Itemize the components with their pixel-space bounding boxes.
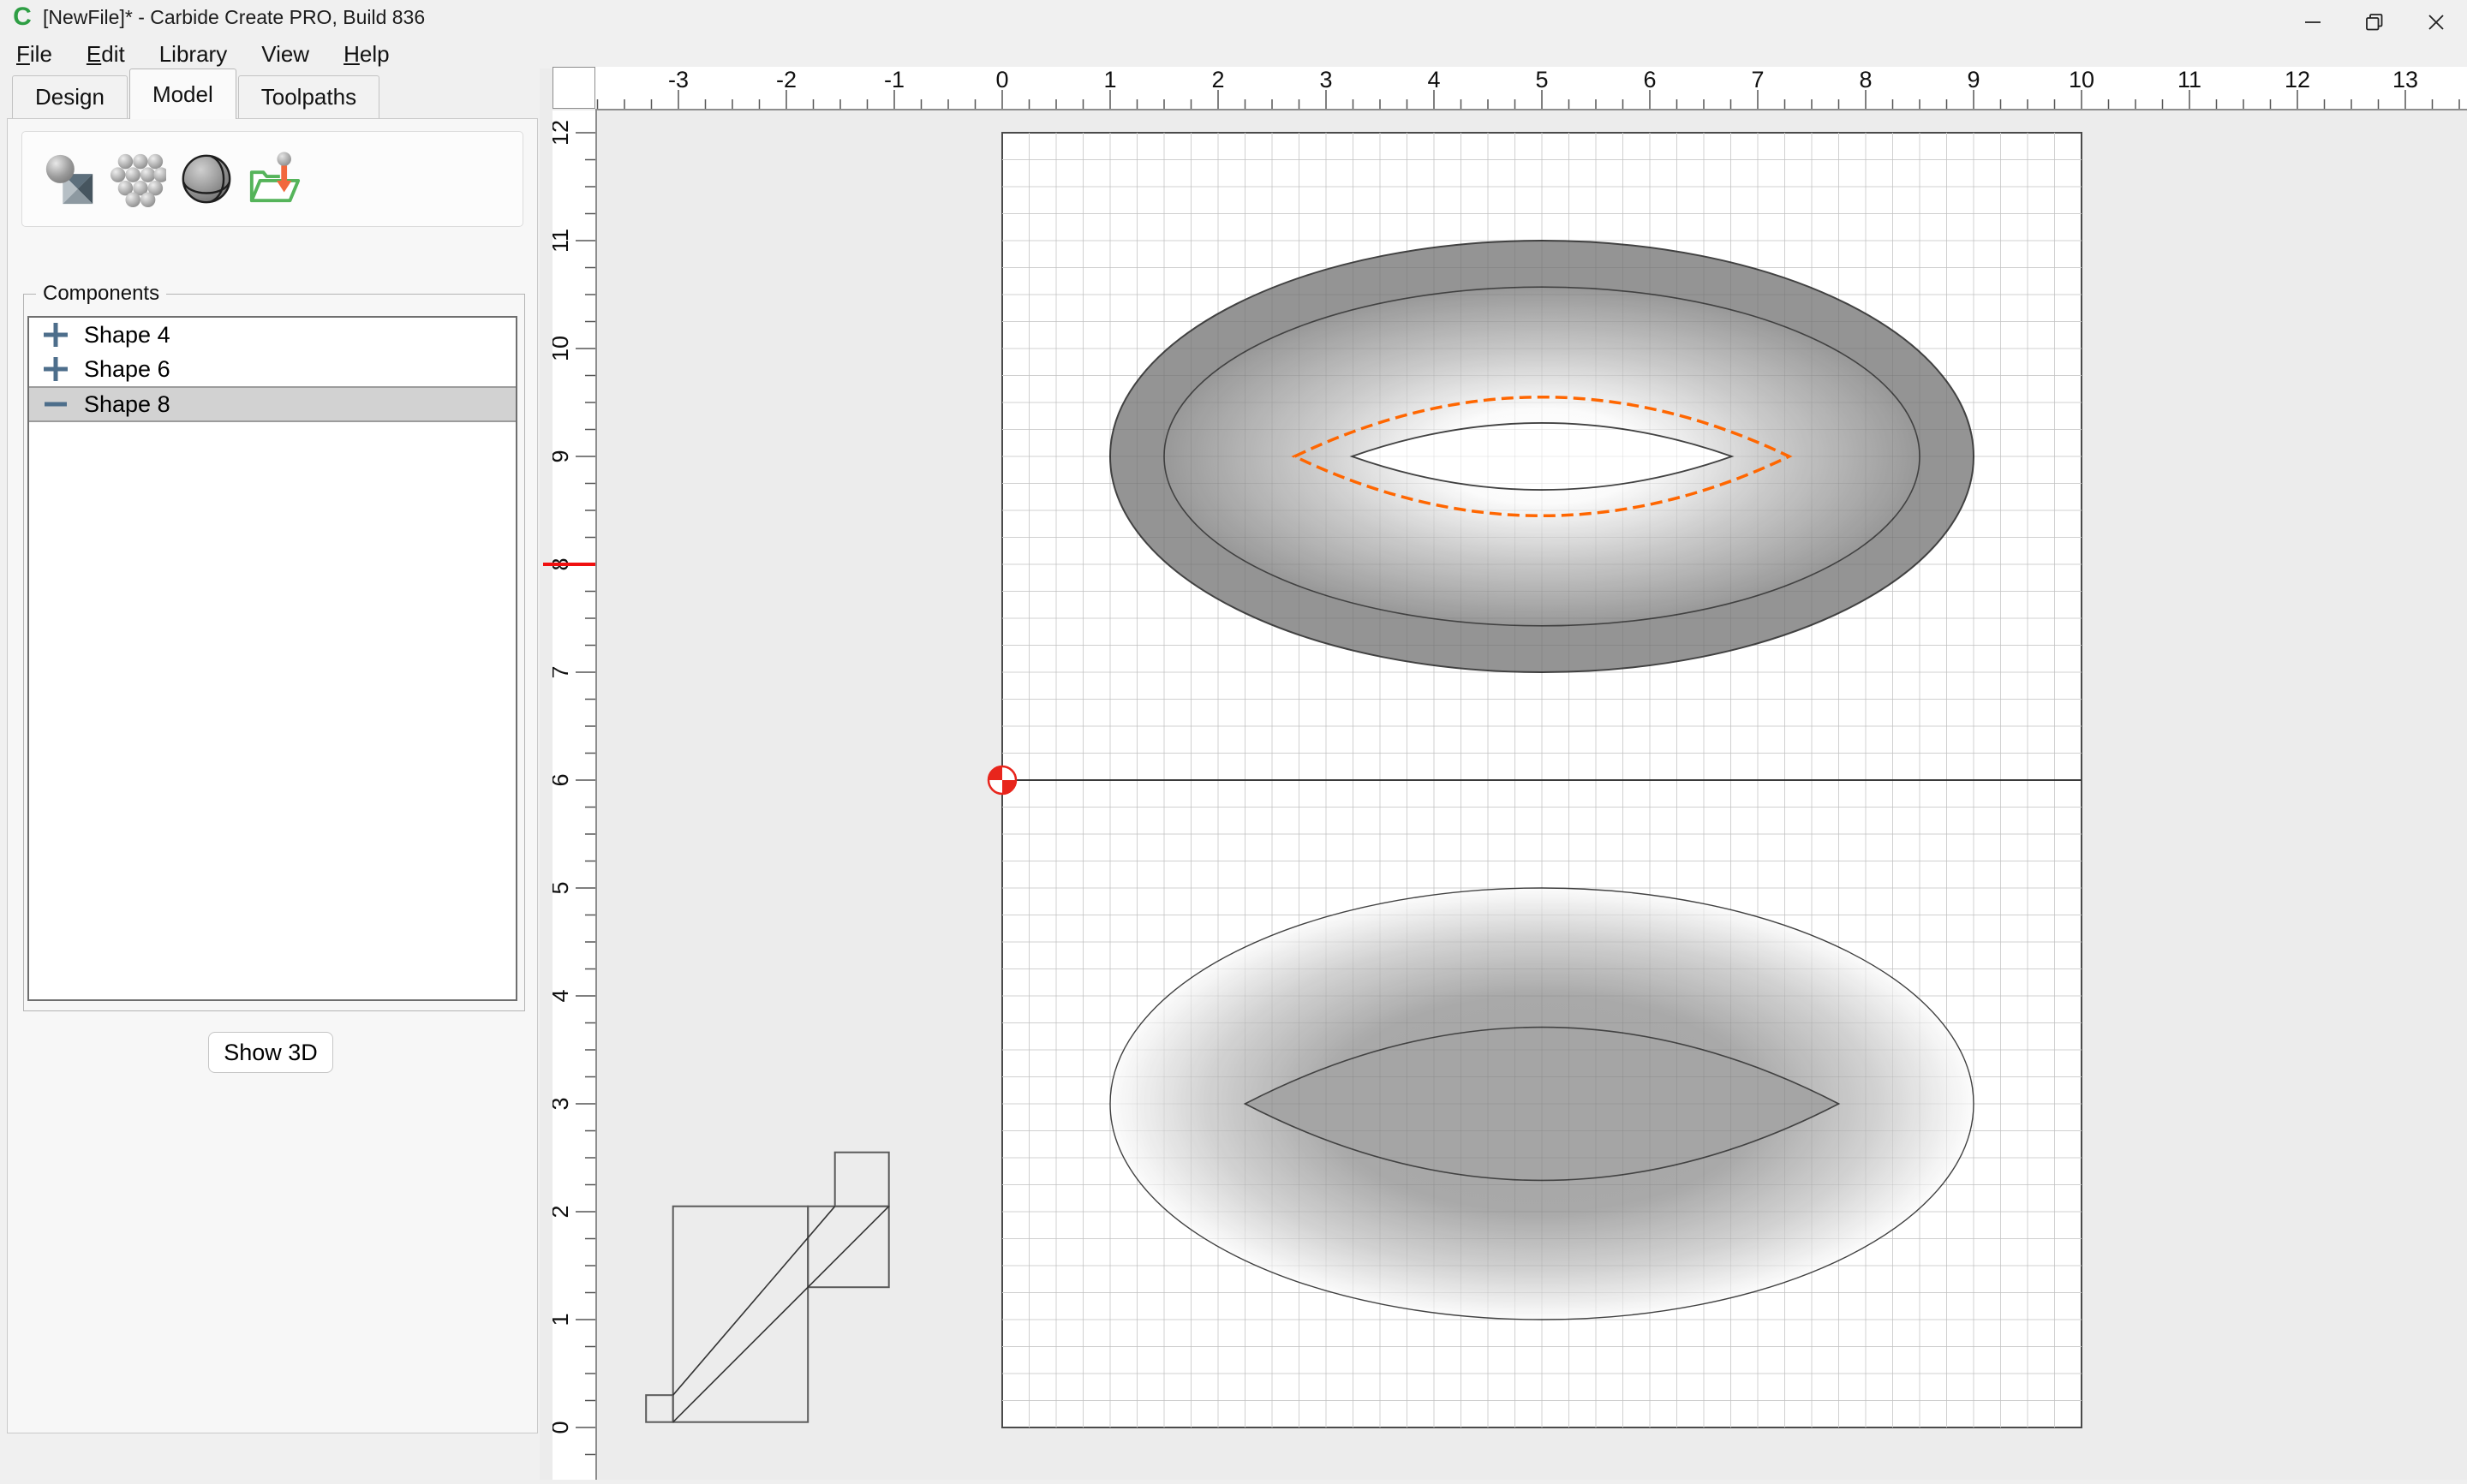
outline-diagonal: [673, 1207, 889, 1422]
svg-text:-2: -2: [776, 67, 797, 92]
svg-text:13: 13: [2392, 67, 2418, 92]
svg-text:8: 8: [1859, 67, 1872, 92]
title-bar: C [NewFile]* - Carbide Create PRO, Build…: [0, 0, 2467, 34]
add-shape-component-icon: [41, 150, 98, 208]
model-toolbar: [21, 131, 523, 227]
list-item-label: Shape 6: [84, 356, 170, 383]
minus-icon: [41, 390, 70, 419]
app-logo-icon: C: [10, 5, 34, 29]
list-item-shape8[interactable]: Shape 8: [29, 386, 516, 422]
svg-text:2: 2: [1211, 67, 1224, 92]
svg-text:1: 1: [553, 1313, 573, 1326]
horizontal-ruler: -3-2-1012345678910111213: [595, 67, 2467, 110]
show-3d-button[interactable]: Show 3D: [208, 1032, 333, 1073]
components-group: Components Shape 4 Shape 6: [23, 282, 525, 1011]
svg-text:11: 11: [553, 229, 573, 253]
svg-text:-3: -3: [668, 67, 689, 92]
tab-bar: Design Model Toolpaths: [12, 71, 381, 119]
list-item-shape6[interactable]: Shape 6: [29, 352, 516, 386]
window-title: [NewFile]* - Carbide Create PRO, Build 8…: [43, 0, 425, 34]
svg-text:6: 6: [1643, 67, 1656, 92]
menu-file[interactable]: File: [5, 34, 75, 74]
origin-marker: [989, 766, 1016, 794]
vertical-ruler: 0123456789101112: [553, 110, 597, 1480]
texture-spheres-button[interactable]: [105, 146, 171, 212]
svg-text:0: 0: [553, 1421, 573, 1433]
sphere-model-button[interactable]: [173, 146, 240, 212]
svg-text:7: 7: [1751, 67, 1764, 92]
svg-text:11: 11: [2177, 67, 2201, 92]
svg-text:0: 0: [995, 67, 1008, 92]
svg-text:6: 6: [553, 773, 573, 786]
svg-text:12: 12: [553, 120, 573, 146]
left-panel: Design Model Toolpaths: [0, 74, 540, 1480]
minimize-icon: [2302, 11, 2324, 33]
tab-model[interactable]: Model: [129, 69, 236, 119]
sphere-model-icon: [178, 150, 235, 208]
svg-text:9: 9: [553, 450, 573, 462]
svg-text:-1: -1: [884, 67, 905, 92]
menu-help[interactable]: Help: [332, 34, 412, 74]
svg-text:7: 7: [553, 665, 573, 678]
drawing-canvas[interactable]: [595, 109, 2467, 1480]
menu-view[interactable]: View: [250, 34, 332, 74]
list-item-label: Shape 8: [84, 391, 170, 418]
carbide-create-window: { "window": { "title": "[NewFile]* - Car…: [0, 0, 2467, 1480]
add-shape-component-button[interactable]: [36, 146, 103, 212]
components-list[interactable]: Shape 4 Shape 6 Shape 8: [27, 316, 517, 1001]
svg-text:2: 2: [553, 1205, 573, 1218]
outline-rect: [646, 1395, 673, 1422]
cursor-position-marker: [543, 563, 595, 566]
tab-design[interactable]: Design: [12, 75, 128, 119]
outline-figure: [646, 1153, 888, 1422]
outline-diagonal: [673, 1207, 835, 1396]
plus-icon: [41, 355, 70, 384]
svg-text:10: 10: [553, 336, 573, 361]
svg-text:1: 1: [1103, 67, 1116, 92]
close-icon: [2425, 11, 2447, 33]
svg-text:4: 4: [553, 989, 573, 1002]
model-tab-page: Components Shape 4 Shape 6: [7, 118, 538, 1433]
list-item-shape4[interactable]: Shape 4: [29, 318, 516, 352]
ruler-corner: [553, 67, 595, 109]
svg-text:10: 10: [2069, 67, 2094, 92]
svg-text:5: 5: [1535, 67, 1548, 92]
list-item-label: Shape 4: [84, 322, 170, 349]
outline-rect: [835, 1153, 889, 1207]
restore-icon: [2363, 11, 2386, 33]
svg-text:12: 12: [2285, 67, 2310, 92]
components-title: Components: [36, 282, 166, 306]
svg-text:3: 3: [553, 1097, 573, 1110]
plus-icon: [41, 320, 70, 349]
outline-rect: [673, 1207, 809, 1422]
drawing-viewport[interactable]: [595, 109, 2467, 1480]
svg-text:4: 4: [1427, 67, 1440, 92]
svg-text:3: 3: [1319, 67, 1332, 92]
svg-text:9: 9: [1967, 67, 1980, 92]
texture-spheres-icon: [110, 150, 166, 208]
import-component-icon: [247, 150, 303, 208]
svg-text:5: 5: [553, 881, 573, 894]
grid-overlay: [1002, 133, 2082, 1427]
import-component-button[interactable]: [242, 146, 308, 212]
tab-toolpaths[interactable]: Toolpaths: [238, 75, 379, 119]
